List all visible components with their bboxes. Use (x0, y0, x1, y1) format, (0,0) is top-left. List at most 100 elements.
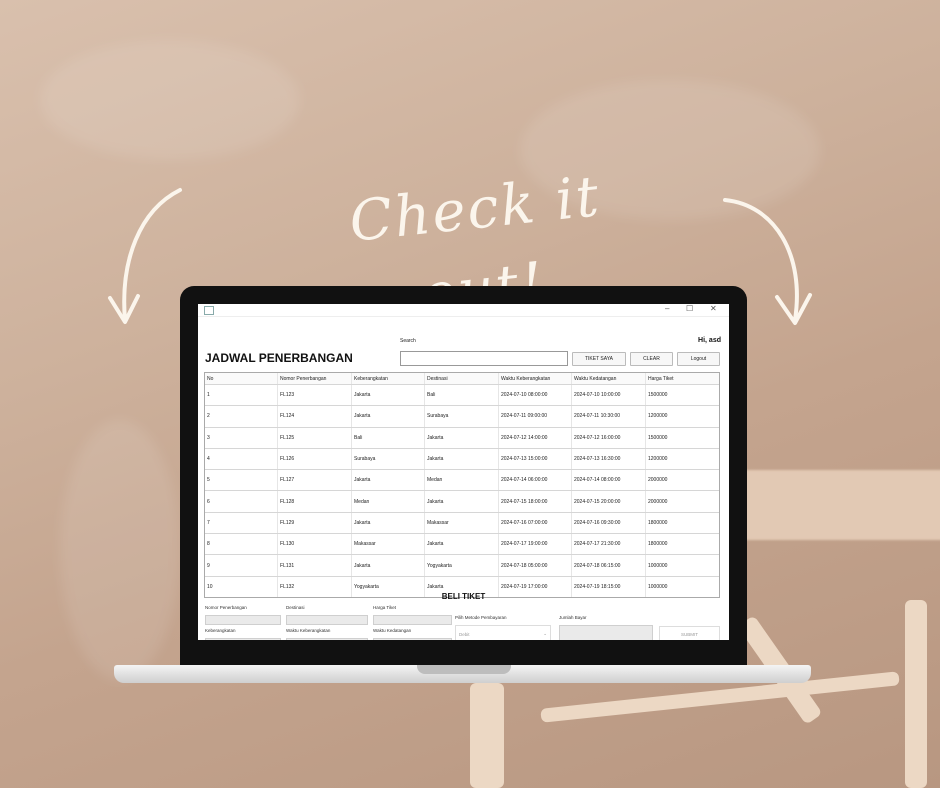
table-cell: 6 (205, 491, 278, 512)
harga-label: Harga Tiket (373, 605, 397, 610)
table-body: 1 FL123 Jakarta Bali 2024-07-10 08:00:00 2024… (205, 385, 719, 597)
laptop-notch (417, 665, 511, 674)
tiket-saya-button[interactable]: TIKET SAYA (572, 352, 626, 366)
table-cell: Jakarta (352, 470, 425, 491)
table-cell: Jakarta (352, 406, 425, 427)
app-window: Search JADWAL PENERBANGAN TIKET SAYA CLE… (198, 317, 729, 640)
table-row[interactable]: 6 FL128 Medan Jakarta 2024-07-15 18:00:00 202… (205, 491, 719, 513)
table-cell: Jakarta (352, 512, 425, 534)
metode-pembayaran-select[interactable]: Debit ⌄ (455, 625, 551, 640)
table-cell: 2000000 (648, 498, 668, 505)
table-cell: 2024-07-18 05:00:00 (499, 555, 572, 576)
column-header[interactable]: Waktu Kedatangan (572, 373, 646, 384)
column-header[interactable]: Waktu Keberangkatan (499, 373, 572, 384)
table-row[interactable]: 1 FL123 Jakarta Bali 2024-07-10 08:00:00 2024… (205, 385, 719, 407)
table-cell: 8 (205, 534, 278, 555)
destinasi-label: Destinasi (286, 605, 305, 610)
column-header[interactable]: Destinasi (425, 373, 499, 384)
search-input[interactable] (400, 351, 568, 366)
table-cell: 2024-07-15 18:00:00 (499, 491, 572, 512)
table-row[interactable]: 3 FL125 Bali Jakarta 2024-07-12 14:00:00 2024… (205, 427, 719, 449)
close-button[interactable]: ✕ (710, 304, 717, 314)
table-cell: FL131 (278, 555, 352, 576)
form-title: BELI TIKET (441, 592, 486, 601)
table-row[interactable]: 4 FL126 Surabaya Jakarta 2024-07-13 15:00:00… (205, 448, 719, 471)
table-cell: Bali (425, 385, 499, 406)
flight-table[interactable]: No Nomor Penerbangan Keberangkatan Desti… (204, 372, 720, 598)
table-cell: 2024-07-16 07:00:00 (499, 512, 572, 534)
maximize-button[interactable]: ☐ (686, 304, 693, 314)
table-cell: Jakarta (425, 427, 499, 448)
table-cell: 1500000 (648, 392, 668, 399)
table-cell: Bali (352, 427, 425, 448)
table-cell: 2024-07-12 16:00:00 (572, 427, 646, 448)
destinasi-field[interactable] (286, 615, 368, 625)
column-header[interactable]: Harga Tiket (646, 373, 719, 384)
table-cell: Makassar (425, 512, 499, 534)
clear-button[interactable]: CLEAR (630, 352, 673, 366)
table-cell: 2024-07-14 08:00:00 (572, 470, 646, 491)
table-cell: 4 (205, 448, 278, 470)
table-row[interactable]: 2 FL124 Jakarta Surabaya 2024-07-11 09:00:00… (205, 406, 719, 428)
table-cell: Jakarta (425, 491, 499, 512)
nomor-field[interactable] (205, 615, 281, 625)
table-cell: 2000000 (648, 477, 668, 484)
column-header[interactable]: No (205, 373, 278, 384)
waktu-kedatangan-field[interactable] (373, 638, 452, 640)
table-cell: 3 (205, 427, 278, 448)
window-titlebar: – ☐ ✕ (198, 304, 729, 317)
arrow-down-left-icon (108, 188, 182, 324)
table-cell: FL123 (278, 385, 352, 406)
waktu-keberangkatan-field[interactable] (286, 638, 368, 640)
jumlah-bayar-field[interactable] (559, 625, 653, 640)
table-row[interactable]: 9 FL131 Jakarta Yogyakarta 2024-07-18 05:00:… (205, 555, 719, 577)
keberangkatan-label: Keberangkatan (205, 628, 236, 633)
table-row[interactable]: 5 FL127 Jakarta Medan 2024-07-14 06:00:00 202… (205, 470, 719, 492)
table-cell: 1200000 (648, 413, 668, 420)
table-cell: FL128 (278, 491, 352, 512)
table-cell: Jakarta (352, 555, 425, 576)
column-header[interactable]: Nomor Penerbangan (278, 373, 352, 384)
table-cell: 1 (205, 385, 278, 406)
stool-leg (470, 683, 504, 788)
table-cell: FL126 (278, 448, 352, 470)
table-cell: 2024-07-12 14:00:00 (499, 427, 572, 448)
harga-field[interactable] (373, 615, 452, 625)
table-cell: 9 (205, 555, 278, 576)
fabric-fold (40, 40, 300, 160)
search-label: Search (400, 338, 416, 344)
table-cell: 2024-07-15 20:00:00 (572, 491, 646, 512)
logout-button[interactable]: Logout (677, 352, 720, 366)
table-cell: 2024-07-16 09:30:00 (572, 512, 646, 534)
table-cell: 7 (205, 512, 278, 534)
metode-value: Debit (459, 631, 470, 637)
table-cell: Makassar (352, 534, 425, 555)
table-cell: FL130 (278, 534, 352, 555)
table-cell: 5 (205, 470, 278, 491)
table-row[interactable]: 7 FL129 Jakarta Makassar 2024-07-16 07:00:00… (205, 512, 719, 535)
table-cell: FL125 (278, 427, 352, 448)
table-cell: FL127 (278, 470, 352, 491)
minimize-button[interactable]: – (665, 304, 669, 314)
stool-leg (905, 600, 927, 788)
table-cell: Jakarta (352, 385, 425, 406)
table-cell: 2024-07-10 10:00:00 (572, 385, 646, 406)
table-cell: 2024-07-13 15:00:00 (499, 448, 572, 470)
table-cell: Jakarta (425, 534, 499, 555)
waktu-kedatangan-label: Waktu Kedatangan (373, 628, 412, 633)
fabric-fold (60, 420, 180, 680)
submit-button[interactable]: SUBMIT (659, 626, 720, 640)
keberangkatan-field[interactable] (205, 638, 281, 640)
column-header[interactable]: Keberangkatan (352, 373, 425, 384)
table-cell: FL129 (278, 512, 352, 534)
table-header: No Nomor Penerbangan Keberangkatan Desti… (205, 373, 719, 385)
page-title: JADWAL PENERBANGAN (205, 351, 353, 365)
stool-seat (720, 470, 940, 540)
table-row[interactable]: 8 FL130 Makassar Jakarta 2024-07-17 19:00:00… (205, 534, 719, 556)
chevron-down-icon: ⌄ (543, 631, 547, 636)
table-cell: Jakarta (425, 448, 499, 470)
jumlah-label: Jumlah Bayar (559, 615, 587, 620)
table-cell: 2024-07-11 09:00:00 (499, 406, 572, 427)
table-cell: Medan (352, 491, 425, 512)
table-cell: 2024-07-17 21:30:00 (572, 534, 646, 555)
